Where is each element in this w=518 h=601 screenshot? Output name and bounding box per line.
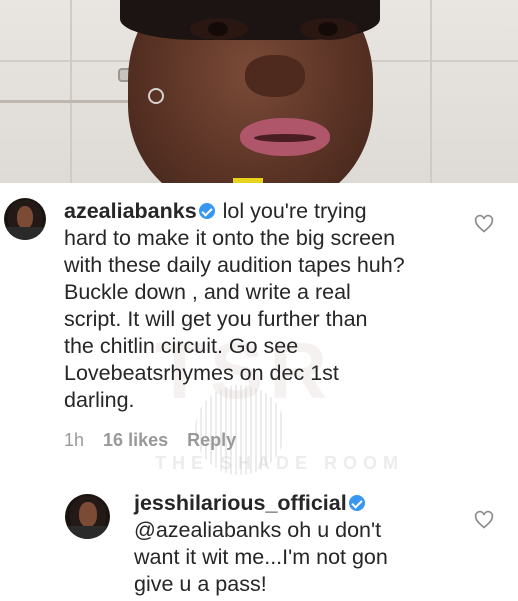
- avatar[interactable]: [4, 198, 46, 240]
- video-thumbnail: [0, 0, 518, 183]
- like-heart-icon[interactable]: [474, 214, 494, 234]
- comment-line: Buckle down , and write a real: [64, 280, 351, 304]
- reply-button[interactable]: Reply: [187, 430, 236, 450]
- comment-text: azealiabanks lol you're trying hard to m…: [64, 198, 464, 414]
- shirt: [233, 178, 263, 183]
- comment-line: Lovebeatsrhymes on dec 1st: [64, 361, 339, 385]
- nose: [245, 55, 305, 97]
- comment-line: with these daily audition tapes huh?: [64, 253, 405, 277]
- verified-badge-icon: [198, 203, 215, 219]
- comment: azealiabanks lol you're trying hard to m…: [0, 190, 518, 460]
- comment-username[interactable]: azealiabanks: [64, 199, 197, 223]
- comment-line: want it wit me...I'm not gon: [134, 545, 388, 569]
- comment-line: give u a pass!: [134, 572, 267, 596]
- left-eye: [190, 18, 248, 40]
- comment-line: hard to make it onto the big screen: [64, 226, 396, 250]
- like-heart-icon[interactable]: [474, 510, 494, 530]
- comment-line: script. It will get you further than: [64, 307, 368, 331]
- comment-meta: 1h 16 likes Reply: [64, 430, 250, 451]
- verified-badge-icon: [348, 495, 365, 511]
- comment-line: @azealiabanks oh u don't: [134, 518, 382, 542]
- comment-time: 1h: [64, 430, 85, 450]
- comment-line: the chitlin circuit. Go see: [64, 334, 299, 358]
- earring: [148, 88, 164, 104]
- comment-line: darling.: [64, 388, 135, 412]
- wall-tile-line: [430, 0, 432, 183]
- right-eye: [300, 18, 358, 40]
- avatar[interactable]: [65, 494, 110, 539]
- comment: jesshilarious_official @azealiabanks oh …: [0, 482, 518, 601]
- wall-tile-line: [70, 0, 72, 183]
- comment-line: lol you're trying: [222, 199, 367, 223]
- comment-text: jesshilarious_official @azealiabanks oh …: [134, 490, 474, 598]
- comment-username[interactable]: jesshilarious_official: [134, 491, 347, 515]
- comment-likes[interactable]: 16 likes: [103, 430, 168, 450]
- lips: [240, 118, 330, 156]
